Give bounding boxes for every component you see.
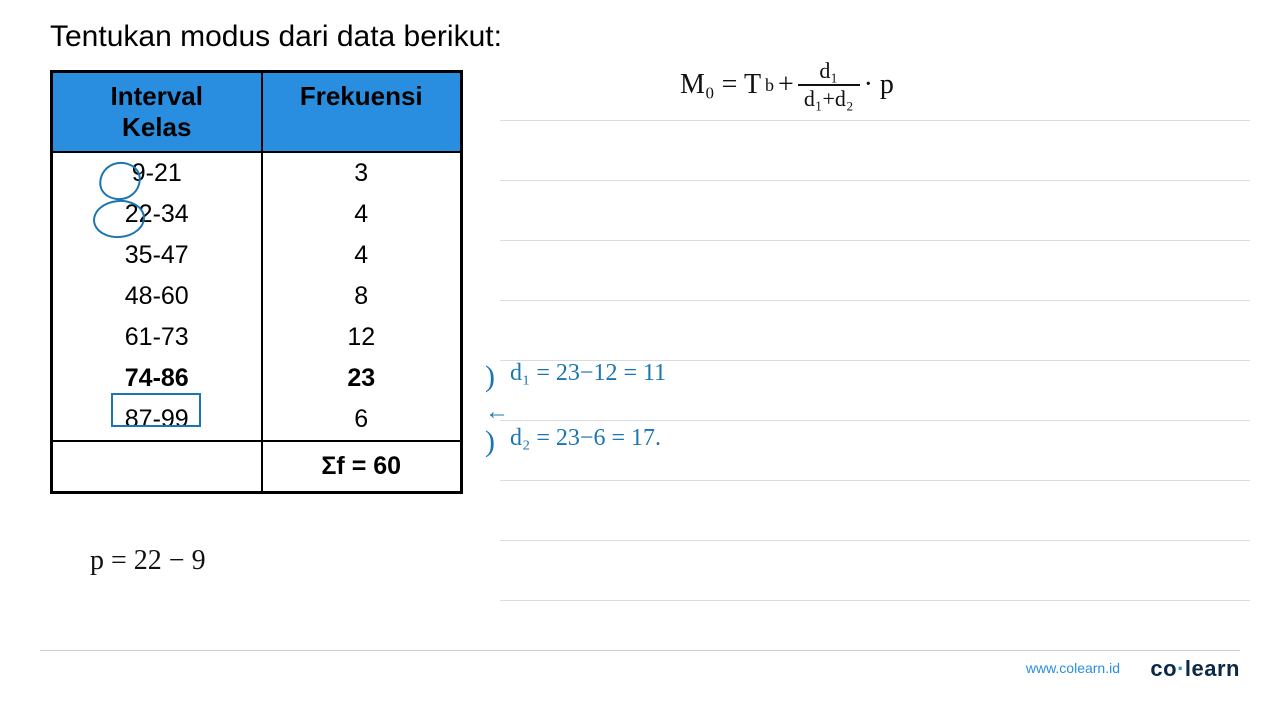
col-header-freq: Frekuensi (262, 72, 462, 153)
table-row: 48-608 (52, 276, 462, 317)
col-header-interval: Interval Kelas (52, 72, 262, 153)
page: Tentukan modus dari data berikut: Interv… (0, 0, 1280, 720)
table-row: 35-474 (52, 235, 462, 276)
footer-divider (40, 650, 1240, 651)
brand-logo: co·learn (1150, 656, 1240, 682)
arrow-left-icon: ← (485, 398, 509, 426)
page-title: Tentukan modus dari data berikut: (50, 20, 502, 54)
footer-url: www.colearn.id (1026, 660, 1120, 676)
table-row: 61-7312 (52, 317, 462, 358)
table-row: 74-8623 (52, 358, 462, 399)
table-row: 22-344 (52, 194, 462, 235)
brace-d1: ) (485, 360, 495, 394)
brace-d2: ) (485, 425, 495, 459)
annotation-p: p = 22 − 9 (90, 545, 206, 577)
annotation-d1: d₁ = 23−12 = 11 (510, 360, 666, 387)
table-row: 9-213 (52, 152, 462, 194)
annotation-formula: M₀ = Tb + d₁ d₁+d₂ · p (680, 60, 894, 110)
table-row: 87-996 (52, 399, 462, 441)
data-table: Interval Kelas Frekuensi 9-213 22-344 35… (50, 70, 463, 494)
annotation-d2: d₂ = 23−6 = 17. (510, 425, 661, 452)
table-footer: Σf = 60 (52, 441, 462, 493)
